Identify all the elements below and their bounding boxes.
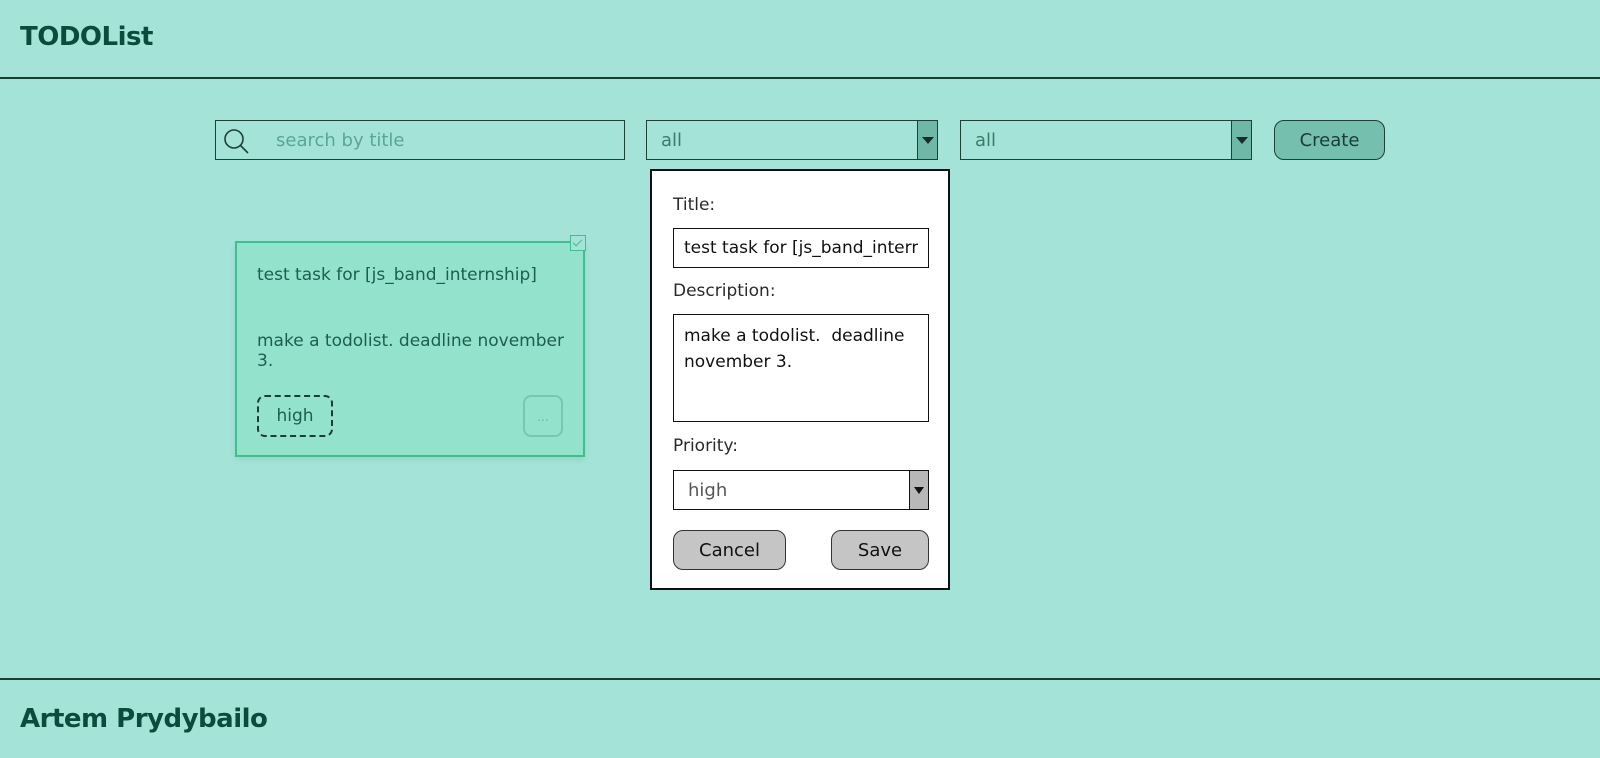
app-footer: Artem Prydybailo bbox=[0, 678, 1600, 758]
more-options-button[interactable]: ... bbox=[523, 395, 563, 437]
edit-task-modal: Title: Description: make a todolist. dea… bbox=[650, 169, 950, 590]
priority-filter-value: all bbox=[975, 130, 997, 151]
create-button[interactable]: Create bbox=[1274, 120, 1385, 160]
priority-select[interactable]: high bbox=[673, 470, 929, 510]
status-filter-value: all bbox=[661, 130, 683, 151]
description-label: Description: bbox=[673, 281, 776, 301]
chevron-down-icon[interactable] bbox=[909, 471, 928, 509]
priority-select-value: high bbox=[688, 480, 728, 501]
title-field[interactable] bbox=[673, 228, 929, 268]
status-filter-select[interactable]: all bbox=[646, 120, 938, 160]
priority-filter-select[interactable]: all bbox=[960, 120, 1252, 160]
chevron-down-icon[interactable] bbox=[917, 121, 937, 159]
search-box[interactable] bbox=[215, 120, 625, 160]
priority-badge: high bbox=[257, 395, 333, 437]
app-header: TODOList bbox=[0, 0, 1600, 79]
title-label: Title: bbox=[673, 195, 716, 215]
save-button[interactable]: Save bbox=[831, 530, 929, 570]
task-title: test task for [js_band_internship] bbox=[257, 265, 537, 285]
description-field[interactable]: make a todolist. deadline november 3. bbox=[673, 314, 929, 422]
chevron-down-icon[interactable] bbox=[1231, 121, 1251, 159]
done-checkbox[interactable] bbox=[570, 235, 586, 251]
task-card: test task for [js_band_internship] make … bbox=[235, 235, 586, 457]
task-description: make a todolist. deadline november 3. bbox=[257, 331, 564, 371]
priority-label: Priority: bbox=[673, 436, 738, 456]
search-icon bbox=[222, 127, 250, 155]
search-input[interactable] bbox=[274, 121, 614, 159]
author-name: Artem Prydybailo bbox=[20, 704, 268, 734]
app-title: TODOList bbox=[20, 22, 153, 52]
cancel-button[interactable]: Cancel bbox=[673, 530, 786, 570]
